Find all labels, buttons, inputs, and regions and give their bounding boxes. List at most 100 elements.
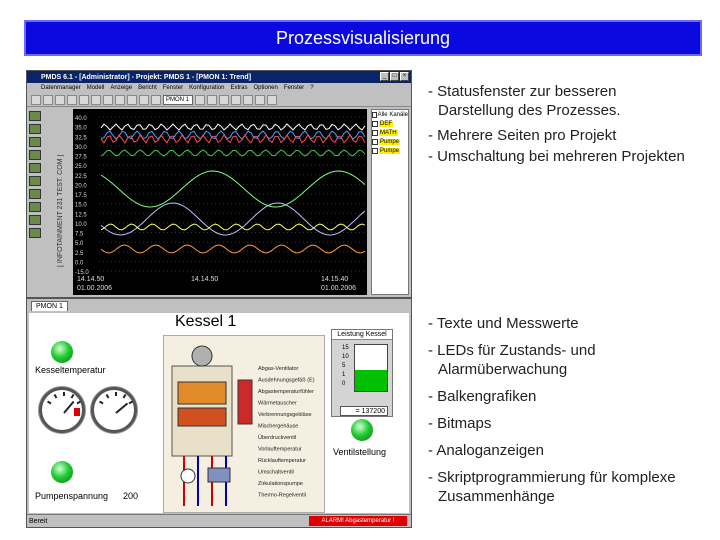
y-tick-label: 5.0 bbox=[75, 241, 84, 247]
diagram-label: Zirkulationspumpe bbox=[258, 481, 303, 487]
menu-item[interactable]: Extras bbox=[230, 85, 247, 91]
diagram-label: Abgastemperaturfühler bbox=[258, 389, 314, 395]
y-tick-label: 32.5 bbox=[75, 135, 87, 141]
page-heading: Kessel 1 bbox=[175, 313, 237, 330]
project-button[interactable] bbox=[29, 215, 41, 225]
menu-item[interactable]: Anzeige bbox=[110, 85, 132, 91]
minimize-button[interactable]: _ bbox=[380, 72, 389, 81]
diagram-label: Vorlauftemperatur bbox=[258, 447, 302, 453]
y-tick-label: 7.5 bbox=[75, 232, 84, 238]
y-tick-label: 10.0 bbox=[75, 222, 87, 228]
toolbar-button[interactable] bbox=[139, 94, 149, 105]
menu-item[interactable]: Fenster bbox=[163, 85, 183, 91]
toolbar-button[interactable] bbox=[43, 94, 53, 105]
x-tick-time: 14.15.40 bbox=[321, 276, 348, 283]
bullet-list-top: - Statusfenster zur besseren Darstellung … bbox=[428, 82, 718, 172]
toolbar-button[interactable] bbox=[195, 94, 205, 105]
vertical-label: [ INFOTAINMENT 231 TEST. COM ] bbox=[57, 154, 64, 267]
project-button[interactable] bbox=[29, 150, 41, 160]
toolbar-button[interactable] bbox=[151, 94, 161, 105]
toolbar-button[interactable] bbox=[207, 94, 217, 105]
toolbar-button[interactable] bbox=[255, 94, 265, 105]
y-tick-label: 30.0 bbox=[75, 145, 87, 151]
tree-item[interactable]: Pumpe bbox=[372, 137, 408, 146]
boiler-diagram-svg: Abgas-Ventilator Ausdehnungsgefäß (E) Abga… bbox=[171, 345, 315, 506]
bar-ticks: 15 10 5 1 0 bbox=[342, 344, 349, 389]
tree-item[interactable]: Pumpe bbox=[372, 146, 408, 155]
project-switch-bar bbox=[29, 111, 43, 289]
y-tick-label: 2.5 bbox=[75, 251, 84, 257]
toolbar-button[interactable] bbox=[91, 94, 101, 105]
x-tick-time: 14.14.50 bbox=[77, 276, 104, 283]
checkbox-icon[interactable] bbox=[372, 111, 377, 118]
menu-item[interactable]: Datenmanager bbox=[41, 85, 81, 91]
tree-item-label: DEF bbox=[379, 120, 393, 127]
bar-tick: 5 bbox=[342, 363, 346, 369]
bullet-item: - Analoganzeigen bbox=[428, 442, 544, 459]
tree-item-label: Alle Kanäle bbox=[377, 111, 408, 118]
tree-item-label: Pumpe bbox=[379, 147, 401, 154]
checkbox-icon[interactable] bbox=[372, 120, 378, 127]
maximize-button[interactable]: □ bbox=[390, 72, 399, 81]
project-button[interactable] bbox=[29, 137, 41, 147]
tree-item[interactable]: DEF bbox=[372, 119, 408, 128]
gauge-pressure bbox=[91, 387, 137, 433]
trend-series-line bbox=[100, 202, 366, 236]
tree-item[interactable]: MATH bbox=[372, 128, 408, 137]
diagram-label: Rücklauftemperatur bbox=[258, 458, 306, 464]
toolbar-button[interactable] bbox=[79, 94, 89, 105]
page-select[interactable]: PMON 1 bbox=[163, 94, 193, 105]
checkbox-icon[interactable] bbox=[372, 147, 378, 154]
project-button[interactable] bbox=[29, 228, 41, 238]
trend-plot-svg: 40.0 35.0 32.5 30.0 27.5 25.0 22.5 20.0 17.5 15.0… bbox=[75, 116, 366, 292]
project-button[interactable] bbox=[29, 189, 41, 199]
y-tick-label: 17.5 bbox=[75, 193, 87, 199]
bar-tick: 1 bbox=[342, 372, 346, 378]
bullet-item: - Statusfenster zur besseren Darstellung … bbox=[428, 83, 621, 119]
toolbar-button[interactable] bbox=[31, 94, 41, 105]
toolbar-button[interactable] bbox=[267, 94, 277, 105]
bar-title: Leistung Kessel bbox=[332, 330, 392, 340]
bar-value: = 137200 bbox=[340, 406, 388, 416]
diagram-label: Mischergehäuse bbox=[258, 424, 298, 430]
bullet-item: - Skriptprogrammierung für komplexe Zusam… bbox=[428, 469, 676, 505]
alarm-banner[interactable]: ALARM! Abgastemperatur ! bbox=[309, 516, 407, 526]
menu-item[interactable]: ? bbox=[310, 85, 313, 91]
close-button[interactable]: × bbox=[400, 72, 409, 81]
bar-tick: 0 bbox=[342, 381, 346, 387]
project-button[interactable] bbox=[29, 163, 41, 173]
bullet-item: - Umschaltung bei mehreren Projekten bbox=[428, 148, 685, 165]
toolbar-button[interactable] bbox=[219, 94, 229, 105]
tree-item-label: MATH bbox=[379, 129, 398, 136]
checkbox-icon[interactable] bbox=[372, 129, 378, 136]
slide-title-banner: Prozessvisualisierung bbox=[24, 20, 702, 56]
menu-item[interactable]: Fenster bbox=[284, 85, 304, 91]
status-text: Bereit bbox=[29, 517, 48, 525]
label-pump: Pumpenspannung bbox=[35, 491, 109, 501]
diagram-label: Wärmetauscher bbox=[258, 401, 297, 407]
project-button[interactable] bbox=[29, 111, 41, 121]
menu-item[interactable]: Konfiguration bbox=[189, 85, 224, 91]
trend-plot[interactable]: 40.0 35.0 32.5 30.0 27.5 25.0 22.5 20.0 17.5 15.0… bbox=[73, 109, 367, 295]
tab-pmon1[interactable]: PMON 1 bbox=[31, 301, 68, 311]
tree-item-all[interactable]: Alle Kanäle bbox=[372, 110, 408, 119]
toolbar-button[interactable] bbox=[231, 94, 241, 105]
project-button[interactable] bbox=[29, 124, 41, 134]
trend-series-line bbox=[100, 244, 366, 254]
toolbar-button[interactable] bbox=[127, 94, 137, 105]
menu-item[interactable]: Bericht bbox=[138, 85, 157, 91]
project-button[interactable] bbox=[29, 176, 41, 186]
toolbar-button[interactable] bbox=[67, 94, 77, 105]
checkbox-icon[interactable] bbox=[372, 138, 378, 145]
window-controls: _ □ × bbox=[380, 72, 409, 81]
toolbar-button[interactable] bbox=[103, 94, 113, 105]
y-tick-label: 20.0 bbox=[75, 183, 87, 189]
toolbar-button[interactable] bbox=[55, 94, 65, 105]
menu-item[interactable]: Modell bbox=[87, 85, 105, 91]
x-tick-labels: 14.14.50 01.00.2006 14.14.50 14.15.40 01… bbox=[77, 276, 356, 292]
toolbar-button[interactable] bbox=[115, 94, 125, 105]
kessel-page: Kessel 1 Kesseltemperatur Pumpenspannung… bbox=[29, 313, 409, 513]
project-button[interactable] bbox=[29, 202, 41, 212]
toolbar-button[interactable] bbox=[243, 94, 253, 105]
menu-item[interactable]: Optionen bbox=[253, 85, 277, 91]
